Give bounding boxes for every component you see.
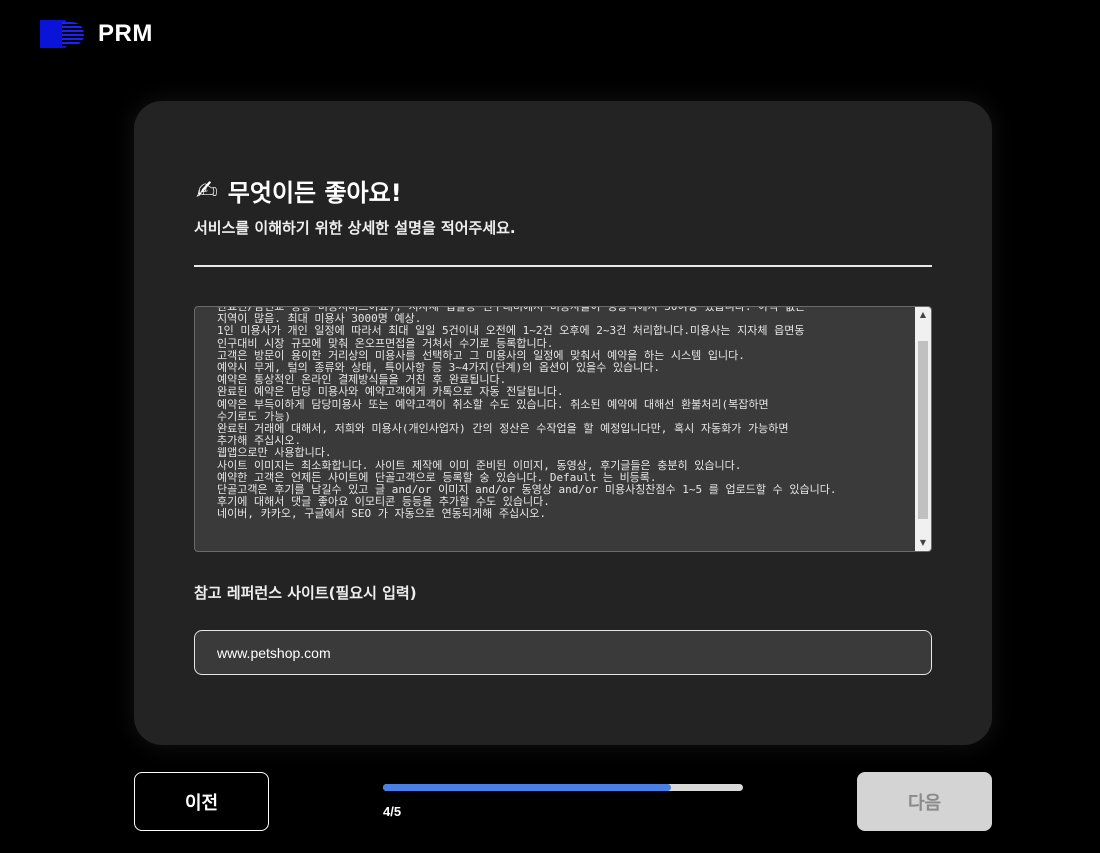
scroll-thumb[interactable] <box>918 341 928 519</box>
progress-fill <box>383 784 671 791</box>
page-title: ✍ 무엇이든 좋아요! <box>196 173 402 208</box>
reference-label: 참고 레퍼런스 사이트(필요시 입력) <box>194 584 417 602</box>
writing-hand-icon: ✍ <box>196 175 218 206</box>
scroll-up-arrow-icon[interactable]: ▲ <box>915 307 931 323</box>
reference-site-input[interactable] <box>194 630 932 675</box>
progress-bar <box>383 784 743 791</box>
description-textarea[interactable]: 완료된/삼선교 등등 미용서비스이죠), 지자체 입찰등 인구대비에서 미용사들… <box>194 306 932 552</box>
page-subtitle: 서비스를 이해하기 위한 상세한 설명을 적어주세요. <box>194 219 516 237</box>
header-logo[interactable]: PRM <box>40 20 153 48</box>
prm-logo-icon <box>40 20 86 48</box>
prev-button[interactable]: 이전 <box>134 772 269 831</box>
description-text[interactable]: 완료된/삼선교 등등 미용서비스이죠), 지자체 입찰등 인구대비에서 미용사들… <box>195 307 915 521</box>
textarea-scrollbar[interactable]: ▲ ▼ <box>915 307 931 551</box>
next-button[interactable]: 다음 <box>857 772 992 831</box>
title-text: 무엇이든 좋아요! <box>227 179 402 207</box>
divider <box>194 265 932 267</box>
form-card: ✍ 무엇이든 좋아요! 서비스를 이해하기 위한 상세한 설명을 적어주세요. … <box>134 101 992 745</box>
logo-text: PRM <box>98 20 153 47</box>
scroll-down-arrow-icon[interactable]: ▼ <box>915 535 931 551</box>
progress-label: 4/5 <box>383 804 402 819</box>
